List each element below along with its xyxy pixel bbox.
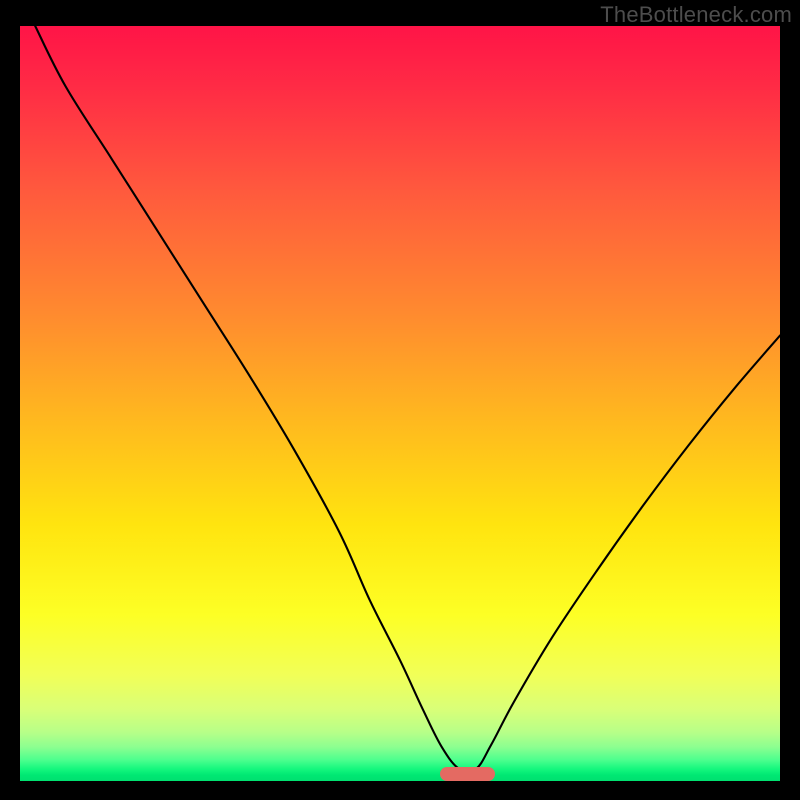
optimal-zone-marker	[440, 767, 495, 781]
chart-frame: TheBottleneck.com	[0, 0, 800, 800]
watermark-text: TheBottleneck.com	[600, 2, 792, 28]
plot-area	[20, 26, 780, 781]
bottleneck-curve	[20, 26, 780, 781]
